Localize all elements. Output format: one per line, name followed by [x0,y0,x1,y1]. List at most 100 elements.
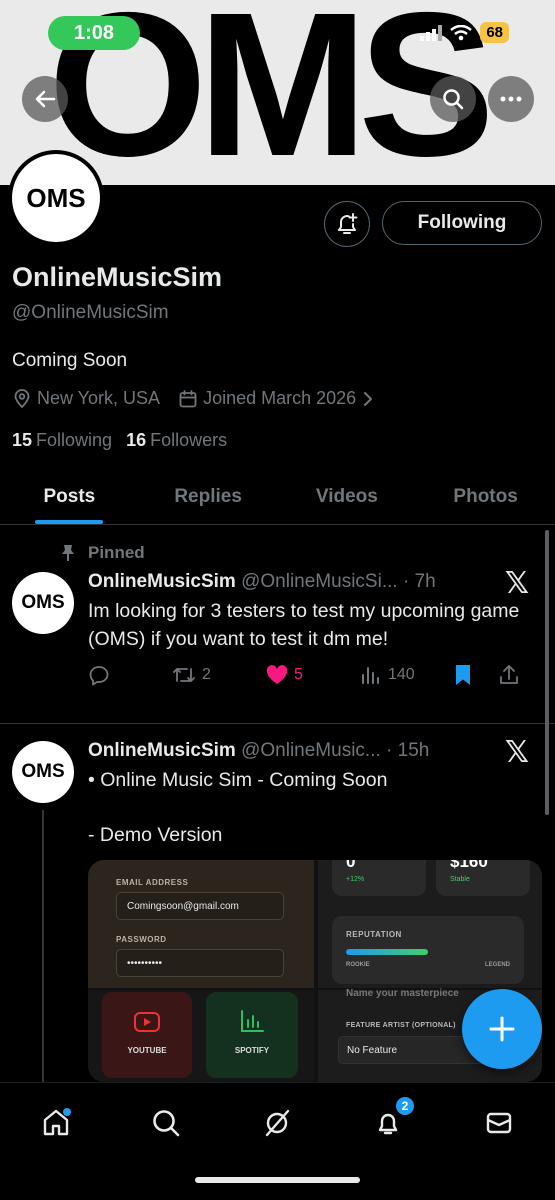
media-youtube-card: YOUTUBE [102,992,192,1078]
nav-home[interactable] [34,1101,78,1145]
post-divider [0,723,555,724]
post-header: OnlineMusicSim @OnlineMusicSi... · 7h [88,571,436,593]
more-dots-icon [500,96,522,102]
compose-button[interactable] [462,989,542,1069]
like-count: 5 [294,666,303,683]
repost-count: 2 [202,666,211,683]
media-login-panel: EMAIL ADDRESS Comingsoon@gmail.com PASSW… [88,860,314,988]
profile-display-name: OnlineMusicSim [12,262,223,292]
back-button[interactable] [22,76,68,122]
profile-meta: New York, USA Joined March 2026 [12,388,393,409]
search-icon [153,1110,180,1137]
bookmark-filled-icon [456,665,470,685]
post-avatar[interactable]: OMS [12,741,74,803]
profile-handle: @OnlineMusicSim [12,302,169,323]
home-icon [43,1108,71,1136]
profile-tabs: Posts Replies Videos Photos [0,470,555,525]
views-count: 140 [388,666,415,683]
media-masterpiece-placeholder: Name your masterpiece [346,988,459,999]
share-icon [500,665,518,684]
notify-bell-button[interactable] [324,201,370,247]
thread-line [42,810,44,1082]
bell-plus-icon [338,213,358,234]
chevron-right-icon [364,391,373,406]
post-author-name[interactable]: OnlineMusicSim [88,571,236,592]
grok-icon [265,1109,290,1137]
location-text: New York, USA [37,388,161,408]
share-button[interactable] [498,664,520,686]
tab-posts[interactable]: Posts [0,470,139,524]
media-stats-panel: 0 +12% $160 Stable REPUTATION ROOKIE LEG… [318,860,542,988]
media-spotify-label: SPOTIFY [234,1046,270,1055]
media-reputation-card: REPUTATION ROOKIE LEGEND [332,916,524,984]
post-text-line2: - Demo Version [88,824,223,846]
post-actions: 2 5 140 [88,664,540,686]
wifi-icon [450,24,473,40]
pinned-indicator: Pinned [60,543,145,563]
nav-grok[interactable] [255,1101,299,1145]
pinned-label: Pinned [88,543,145,562]
nav-search[interactable] [144,1101,188,1145]
calendar-icon [179,389,197,407]
scrollbar[interactable] [545,530,549,815]
heart-filled-icon [266,665,288,684]
media-email-value: Comingsoon@gmail.com [116,892,284,920]
followers-count-link[interactable]: 16 Followers [126,430,227,451]
post-text-line1: • Online Music Sim - Coming Soon [88,769,388,791]
profile-bio: Coming Soon [12,350,128,371]
views-button[interactable]: 140 [360,665,454,685]
media-youtube-label: YOUTUBE [127,1046,167,1055]
media-reputation-label: REPUTATION [346,930,402,939]
followers-count: 16 [126,430,147,450]
spotify-chart-icon [241,1010,264,1032]
media-stat-value-1: 0 [346,860,356,871]
tab-photos[interactable]: Photos [416,470,555,524]
bookmark-button[interactable] [454,664,498,686]
x-logo-icon: 𝕏 [504,736,529,769]
tab-replies[interactable]: Replies [139,470,278,524]
joined-text: Joined March 2026 [203,388,357,408]
media-stat-card-1: 0 +12% [332,860,426,896]
repost-icon [173,668,195,682]
x-logo-icon: 𝕏 [504,567,529,600]
pin-icon [62,545,74,561]
status-icons: 68 [420,22,509,43]
reply-button[interactable] [88,664,172,686]
following-label: Following [36,430,113,450]
nav-messages[interactable] [477,1101,521,1145]
media-stat-sub-1: +12% [346,876,365,883]
back-arrow-icon [35,90,56,108]
search-button[interactable] [430,76,476,122]
tab-videos[interactable]: Videos [278,470,417,524]
following-count-link[interactable]: 15 Following [12,430,112,451]
followers-label: Followers [150,430,228,450]
post-author-name[interactable]: OnlineMusicSim [88,740,236,761]
joined-date[interactable]: Joined March 2026 [178,388,375,409]
post-avatar[interactable]: OMS [12,572,74,634]
post-time: · 7h [402,571,436,592]
location-pin-icon [14,388,30,408]
nav-notifications[interactable]: 2 [366,1095,416,1145]
mail-icon [486,1112,512,1134]
media-password-value: •••••••••• [116,949,284,977]
battery-level: 68 [480,22,509,43]
location: New York, USA [12,388,160,409]
media-spotify-card: SPOTIFY [206,992,298,1078]
more-button[interactable] [488,76,534,122]
repost-button[interactable]: 2 [172,664,266,686]
like-button[interactable]: 5 [266,665,360,685]
views-icon [362,667,379,684]
media-email-label: EMAIL ADDRESS [116,878,189,887]
youtube-icon [134,1012,160,1032]
profile-avatar[interactable]: OMS [8,150,104,246]
post-author-handle: @OnlineMusic... [241,740,381,761]
notifications-badge: 2 [394,1095,416,1117]
media-password-label: PASSWORD [116,935,167,944]
media-stat-value-2: $160 [450,860,488,871]
post-time: · 15h [386,740,430,761]
plus-icon [489,1016,515,1042]
search-icon [443,89,464,110]
media-rookie-label: ROOKIE [346,962,370,968]
following-button[interactable]: Following [382,201,542,245]
media-legend-label: LEGEND [484,962,510,968]
